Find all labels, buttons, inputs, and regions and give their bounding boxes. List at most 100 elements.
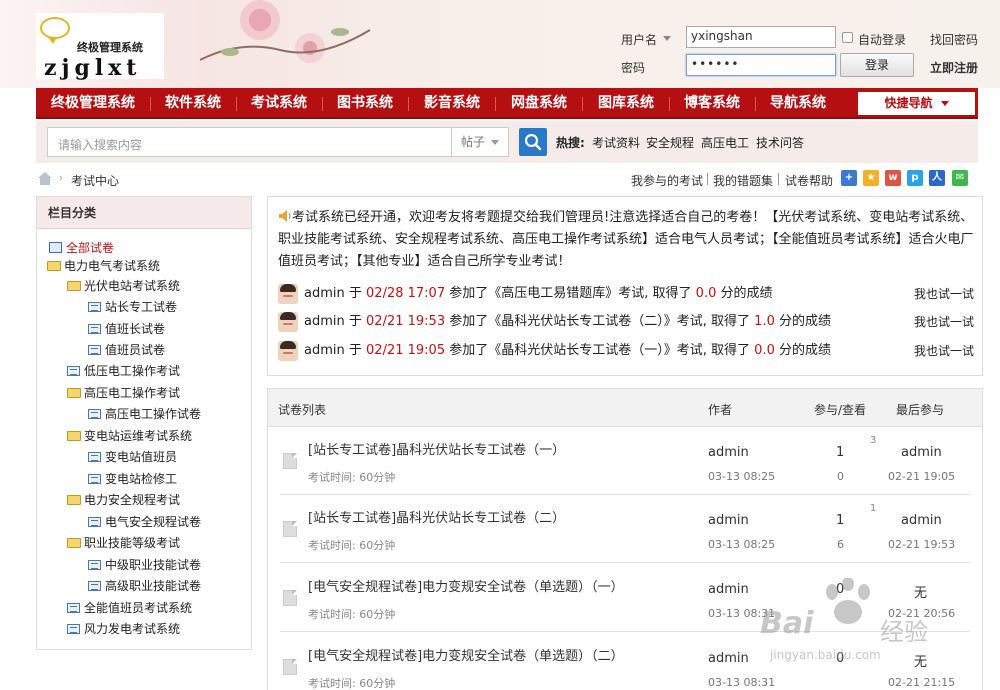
share-wechat-icon[interactable]: ✉: [952, 170, 968, 186]
exam-author[interactable]: admin: [708, 582, 749, 597]
login-button[interactable]: 登录: [840, 53, 914, 77]
nav-item-blog[interactable]: 博客系统: [684, 88, 740, 119]
activity-user[interactable]: admin: [304, 314, 345, 329]
exam-author[interactable]: admin: [708, 445, 749, 460]
activity-time: 02/21 19:53: [366, 314, 446, 329]
try-exam-link[interactable]: 我也试一试: [914, 311, 974, 333]
nav-item-exam[interactable]: 考试系统: [251, 88, 307, 119]
tree-label: 高压电工操作试卷: [105, 407, 202, 421]
breadcrumb-current[interactable]: 考试中心: [71, 172, 119, 189]
hot-search-label: 热搜:: [556, 136, 585, 150]
document-icon: [67, 366, 80, 376]
speaker-icon: [279, 210, 291, 222]
activity-score: 1.0: [754, 314, 775, 329]
nav-item-media[interactable]: 影音系统: [424, 88, 480, 119]
exam-title-link[interactable]: [电气安全规程试卷]电力变规安全试卷（单选题）（二）: [308, 645, 624, 664]
hot-search-link[interactable]: 技术问答: [756, 134, 804, 151]
exam-last-user[interactable]: admin: [901, 445, 942, 460]
exam-sup-count: 3: [870, 435, 877, 446]
try-exam-link[interactable]: 我也试一试: [914, 283, 974, 305]
tree-item-substation[interactable]: 变电站运维考试系统: [67, 428, 192, 444]
my-exams-link[interactable]: 我参与的考试: [631, 172, 703, 189]
activity-user[interactable]: admin: [304, 343, 345, 358]
exam-title-link[interactable]: [站长专工试卷]晶科光伏站长专工试卷（一）: [308, 439, 565, 458]
activity-user[interactable]: admin: [304, 286, 345, 301]
quick-nav-button[interactable]: 快捷导航: [858, 92, 975, 115]
nav-item-navigation[interactable]: 导航系统: [770, 88, 826, 119]
autologin-checkbox[interactable]: [842, 32, 853, 43]
search-button[interactable]: [519, 128, 547, 156]
document-icon: [283, 590, 297, 606]
exam-last-user[interactable]: admin: [901, 513, 942, 528]
home-icon[interactable]: [38, 172, 52, 185]
tree-item-all-papers[interactable]: 全部试卷: [49, 240, 114, 256]
activity-paper[interactable]: 《高压电工易错题库》: [488, 286, 618, 301]
avatar[interactable]: [278, 341, 298, 361]
hot-search-link[interactable]: 考试资料: [592, 134, 640, 151]
tree-item-safety-paper[interactable]: 电气安全规程试卷: [88, 514, 201, 530]
activity-suffix: 分的成绩: [779, 343, 832, 358]
table-row[interactable]: [站长专工试卷]晶科光伏站长专工试卷（二） 考试时间: 60分钟 admin 0…: [268, 495, 982, 563]
try-exam-link[interactable]: 我也试一试: [914, 340, 974, 362]
tree-item-skills-mid[interactable]: 中级职业技能试卷: [88, 557, 201, 573]
hot-search-link[interactable]: 高压电工: [701, 134, 749, 151]
tree-item-skills-high[interactable]: 高级职业技能试卷: [88, 578, 201, 594]
share-renren-icon[interactable]: 人: [929, 170, 945, 186]
share-qzone-icon[interactable]: ★: [863, 170, 879, 186]
avatar[interactable]: [278, 284, 298, 304]
activity-paper[interactable]: 《晶科光伏站长专工试卷（一）》: [488, 343, 677, 358]
forgot-password-link[interactable]: 找回密码: [930, 31, 978, 48]
tree-label: 职业技能等级考试: [84, 536, 181, 550]
exam-author[interactable]: admin: [708, 651, 749, 666]
avatar[interactable]: [278, 312, 298, 332]
document-icon: [88, 452, 101, 462]
nav-item-home[interactable]: 终极管理系统: [51, 88, 135, 119]
chevron-down-icon[interactable]: [663, 36, 671, 41]
nav-item-software[interactable]: 软件系统: [165, 88, 221, 119]
register-link[interactable]: 立即注册: [930, 59, 978, 76]
tree-item-pv[interactable]: 光伏电站考试系统: [67, 278, 180, 294]
document-icon: [283, 453, 297, 469]
nav-item-books[interactable]: 图书系统: [337, 88, 393, 119]
exam-title-link[interactable]: [电气安全规程试卷]电力变规安全试卷（单选题）（一）: [308, 576, 624, 595]
tree-item-wind[interactable]: 风力发电考试系统: [67, 621, 180, 637]
exam-last-time: 02-21 19:53: [888, 538, 956, 551]
hot-search-link[interactable]: 安全规程: [646, 134, 694, 151]
document-icon: [88, 474, 101, 484]
tree-item-hv-operation[interactable]: 高压电工操作考试: [67, 385, 180, 401]
notice-panel: 考试系统已经开通，欢迎考友将考题提交给我们管理员!注意选择适合自己的考卷！【光伏…: [267, 196, 983, 376]
tree-item-power[interactable]: 电力电气考试系统: [47, 258, 160, 274]
username-field[interactable]: yxingshan: [686, 26, 836, 48]
nav-item-gallery[interactable]: 图库系统: [598, 88, 654, 119]
search-scope-select[interactable]: 帖子: [451, 127, 509, 157]
tree-item-shift-leader[interactable]: 值班长试卷: [88, 321, 165, 337]
tree-item-hv-paper[interactable]: 高压电工操作试卷: [88, 406, 201, 422]
tree-item-operator[interactable]: 值班员试卷: [88, 342, 165, 358]
tree-item-sub-operator[interactable]: 变电站值班员: [88, 449, 177, 465]
exam-author[interactable]: admin: [708, 513, 749, 528]
site-logo[interactable]: 终极管理系统 zjglxt: [36, 13, 164, 81]
share-weibo-icon[interactable]: w: [885, 170, 901, 186]
table-row[interactable]: [站长专工试卷]晶科光伏站长专工试卷（一） 考试时间: 60分钟 admin 0…: [268, 427, 982, 495]
tree-item-lv-operation[interactable]: 低压电工操作考试: [67, 363, 180, 379]
wrong-questions-link[interactable]: 我的错题集: [713, 172, 773, 189]
nav-divider: [322, 97, 323, 111]
tree-item-chief[interactable]: 站长专工试卷: [88, 299, 177, 315]
activity-paper[interactable]: 《晶科光伏站长专工试卷（二）》: [488, 314, 677, 329]
search-input[interactable]: 请输入搜索内容: [47, 127, 451, 157]
tree-item-sub-repair[interactable]: 变电站检修工: [88, 471, 177, 487]
password-field[interactable]: ••••••: [686, 54, 836, 76]
peony-decoration: [200, 0, 371, 63]
tree-item-allround[interactable]: 全能值班员考试系统: [67, 600, 192, 616]
tree-item-skills[interactable]: 职业技能等级考试: [67, 535, 180, 551]
share-plus-icon[interactable]: +: [841, 170, 857, 186]
tree-item-safety[interactable]: 电力安全规程考试: [67, 492, 180, 508]
share-qq-icon[interactable]: p: [907, 170, 923, 186]
nav-item-disk[interactable]: 网盘系统: [511, 88, 567, 119]
exam-help-link[interactable]: 试卷帮助: [785, 172, 833, 189]
activity-at: 于: [348, 314, 362, 329]
tree-label: 变电站检修工: [105, 472, 178, 486]
folder-icon: [67, 538, 81, 548]
exam-title-link[interactable]: [站长专工试卷]晶科光伏站长专工试卷（二）: [308, 507, 565, 526]
sidebar-title: 栏目分类: [37, 197, 251, 229]
